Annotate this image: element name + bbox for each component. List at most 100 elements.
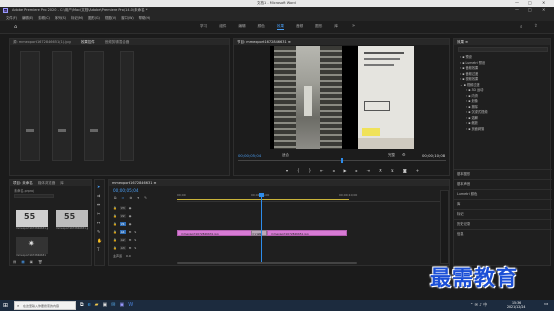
premiere-minimize-button[interactable]: — [515,7,519,12]
tab-media-browser[interactable]: 媒体浏览器 [38,180,56,186]
side-panel-info[interactable]: 信息 [454,229,552,239]
selection-tool-icon[interactable]: ➤ [97,184,102,189]
lock-icon[interactable]: 🔒 [113,214,117,218]
task-view-icon[interactable]: ⧉ [80,302,84,308]
audio-fader-knob-3[interactable] [90,129,98,132]
notification-icon[interactable]: ▭ [544,302,548,307]
eye-icon[interactable]: ◉ [129,222,132,226]
lock-icon[interactable]: 🔒 [113,238,117,242]
mute-icon[interactable]: M [129,238,132,242]
menu-marker[interactable]: 标记(M) [71,15,83,20]
timeline-ruler[interactable]: 00;00 00;00;05;00 00;00;10;00 [177,192,447,202]
tab-libraries[interactable]: 库 [60,180,64,186]
side-panel-essential-sound[interactable]: 基本声音 [454,179,552,189]
store-icon[interactable]: ▣ [103,302,108,308]
hand-tool-icon[interactable]: ✋ [97,238,102,243]
timeline-playhead[interactable] [261,194,262,264]
mark-out-bracket-icon[interactable]: } [309,168,312,173]
windows-start-icon[interactable]: ⊞ [3,302,8,309]
word-taskbar-icon[interactable]: W [128,302,133,308]
go-to-in-icon[interactable]: ⇤ [320,168,323,173]
menu-help[interactable]: 帮助(H) [139,15,151,20]
snap-icon[interactable]: ⊃ [122,196,125,200]
file-explorer-icon[interactable]: ▰ [95,302,99,308]
mute-icon[interactable]: M [129,230,132,234]
program-fit-select[interactable]: 适合 [282,153,289,158]
extract-icon[interactable]: ⊻ [391,168,394,173]
audio-fader-knob-1[interactable] [26,129,34,132]
program-playhead[interactable] [341,158,343,163]
mute-icon[interactable]: M [129,246,132,250]
mark-in-icon[interactable]: ▾ [286,168,288,173]
icon-view-icon[interactable]: ▦ [21,260,24,264]
workspace-color[interactable]: 颜色 [258,24,265,30]
premiere-maximize-button[interactable]: □ [528,7,532,12]
taskbar-search[interactable]: ⌕ 在这里输入你要搜索的内容 [14,301,76,310]
solo-icon[interactable]: S [134,230,136,234]
system-tray-icons[interactable]: ⌃ ✉ ♪ 中 [470,302,487,308]
home-icon[interactable]: ⌂ [14,24,17,30]
list-view-icon[interactable]: ▤ [13,260,16,264]
timeline-timecode[interactable]: 00;00;05;04 [113,188,139,193]
eye-icon[interactable]: ◉ [129,214,132,218]
project-thumb[interactable]: ✷ mmexport1672846631 [16,237,48,259]
trash-icon[interactable]: 🗑 [38,260,42,264]
tab-project[interactable]: 项目: 未命名 [13,180,33,186]
timeline-tab[interactable]: mmexport1672846631 ≡ [112,181,156,185]
project-search-input[interactable] [14,194,54,198]
nest-icon[interactable]: ⧉ [114,196,117,200]
mail-icon[interactable]: ✉ [111,302,115,308]
workspace-learn[interactable]: 学习 [200,24,207,30]
export-frame-icon[interactable]: ◙ [403,168,407,173]
word-minimize-button[interactable]: — [515,0,519,5]
razor-tool-icon[interactable]: ✂ [97,211,102,216]
program-quality-select[interactable]: 完整 [388,153,395,158]
step-back-icon[interactable]: ◂ [332,168,334,173]
timeline-playhead-handle[interactable] [259,193,264,197]
program-monitor-tab[interactable]: 节目: mmexport1672846631 ≡ [237,40,291,44]
side-panel-lumetri-color[interactable]: Lumetri 颜色 [454,189,552,199]
workspace-audio[interactable]: 音频 [296,24,303,30]
workspace-more-icon[interactable]: » [352,23,355,29]
workspace-editing[interactable]: 编辑 [238,24,245,30]
search-icon[interactable]: ⌕ [520,24,523,30]
slip-tool-icon[interactable]: ↔ [97,220,102,225]
solo-icon[interactable]: S [134,238,136,242]
menu-file[interactable]: 文件(F) [6,15,17,20]
menu-view[interactable]: 视图(V) [105,15,116,20]
menu-edit[interactable]: 编辑(E) [22,15,33,20]
project-thumb[interactable]: 55 mmexport1672846651.jpg [56,210,88,232]
word-close-button[interactable]: ✕ [542,0,545,5]
premiere-taskbar-icon[interactable]: ▣ [119,302,124,308]
timeline-horizontal-scrollbar[interactable] [177,262,357,264]
side-panel-markers[interactable]: 标记 [454,209,552,219]
workspace-assembly[interactable]: 组件 [219,24,226,30]
tree-item-page-peel[interactable]: › ▪ 页面剥落 [458,126,550,132]
menu-graphics[interactable]: 图形(G) [88,15,100,20]
lock-icon[interactable]: 🔒 [113,206,117,210]
side-panel-essential-graphics[interactable]: 基本图形 [454,169,552,179]
type-tool-icon[interactable]: T [97,247,102,252]
play-icon[interactable]: ▶ [343,168,346,173]
side-panel-history[interactable]: 历史记录 [454,219,552,229]
workspace-effects[interactable]: 效果 [276,24,284,30]
work-area-bar[interactable] [177,199,349,200]
lock-icon[interactable]: 🔒 [113,222,117,226]
lift-icon[interactable]: ⊼ [379,168,382,173]
menu-clip[interactable]: 剪辑(C) [38,15,49,20]
edge-icon[interactable]: e [88,302,91,308]
menu-sequence[interactable]: 序列(S) [55,15,66,20]
pen-tool-icon[interactable]: ✎ [97,229,102,234]
effects-search-input[interactable] [458,47,548,52]
solo-icon[interactable]: S [134,246,136,250]
tab-source[interactable]: 源: mmexport1672846651(1).jpg [13,39,71,45]
lock-icon[interactable]: 🔒 [113,246,117,250]
ripple-edit-tool-icon[interactable]: ⇹ [97,202,102,207]
premiere-close-button[interactable]: ✕ [542,7,545,12]
eye-icon[interactable]: ◉ [129,206,132,210]
quick-export-icon[interactable]: ⇪ [534,24,538,29]
mark-in-bracket-icon[interactable]: { [297,168,300,173]
timeline-clip[interactable]: mmexport1672846651.jpg [267,230,347,236]
project-thumb[interactable]: 55 mmexport1672846631.jpg [16,210,48,232]
new-item-icon[interactable]: ▣ [30,260,33,264]
